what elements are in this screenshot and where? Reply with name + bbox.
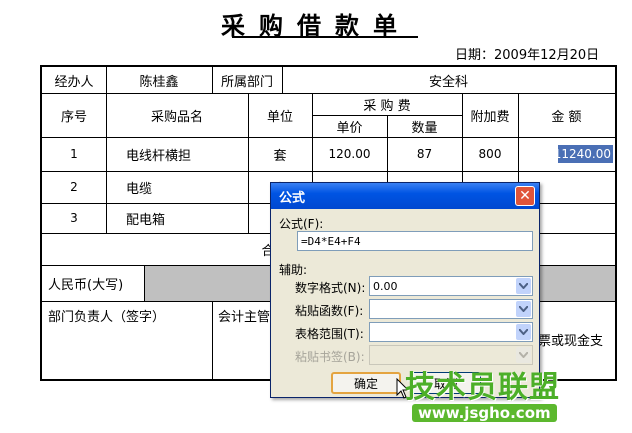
row3-seq[interactable]: 3 — [42, 203, 106, 233]
dept-label: 所属部门 — [220, 74, 273, 90]
chevron-down-icon — [516, 347, 531, 363]
formula-label: 公式(F): — [279, 217, 324, 231]
col-amount-header: 金 额 — [551, 109, 582, 125]
col-unit-price-header: 单价 — [336, 120, 363, 136]
document-date: 日期：2009年12月20日 — [455, 48, 600, 63]
rmb-label: 人民币(大写) — [48, 277, 124, 293]
table-range-label: 表格范围(T): — [295, 327, 364, 341]
row1-qty[interactable]: 87 — [387, 137, 462, 171]
title-underline — [232, 36, 418, 38]
table-range-select[interactable] — [369, 322, 533, 342]
row1-extra[interactable]: 800 — [462, 137, 518, 171]
number-format-label: 数字格式(N): — [295, 281, 366, 295]
chevron-down-icon[interactable] — [516, 278, 531, 294]
col-item-header: 采购品名 — [150, 109, 203, 125]
number-format-value: 0.00 — [373, 279, 398, 293]
accounting-label: 会计主管 — [218, 309, 271, 325]
aux-label: 辅助: — [279, 263, 308, 277]
watermark-brand: 技术员联盟 — [405, 370, 560, 405]
dialog-titlebar[interactable]: 公式 ✕ — [271, 183, 539, 209]
paste-function-label: 粘贴函数(F): — [295, 304, 364, 318]
paste-bookmark-label: 粘贴书签(B): — [295, 350, 365, 364]
dept-value[interactable]: 安全科 — [282, 67, 615, 93]
col-quantity-header: 数量 — [411, 120, 438, 136]
chevron-down-icon[interactable] — [516, 301, 531, 317]
formula-input[interactable]: =D4*E4+F4 — [297, 231, 533, 251]
col-seq-header: 序号 — [60, 109, 87, 125]
row1-seq[interactable]: 1 — [42, 137, 106, 171]
number-format-select[interactable]: 0.00 — [369, 276, 533, 296]
dialog-title: 公式 — [279, 190, 306, 206]
dept-head-label: 部门负责人（签字） — [48, 309, 166, 325]
row1-amount-selected[interactable]: 11240.00 — [554, 145, 613, 163]
watermark-url: www.jsgho.com — [412, 404, 557, 422]
handler-label: 经办人 — [54, 74, 94, 90]
voucher-label: 票或现金支 — [538, 333, 604, 349]
row2-seq[interactable]: 2 — [42, 171, 106, 203]
row1-price[interactable]: 120.00 — [312, 137, 387, 171]
col-line — [212, 301, 213, 379]
col-purchase-fee-header: 采 购 费 — [363, 98, 411, 114]
close-icon: ✕ — [519, 188, 531, 204]
handler-name[interactable]: 陈桂鑫 — [106, 67, 212, 93]
row2-item[interactable]: 电缆 — [126, 171, 248, 203]
row3-item[interactable]: 配电箱 — [126, 203, 248, 233]
row1-unit[interactable]: 套 — [248, 137, 312, 171]
chevron-down-icon[interactable] — [516, 324, 531, 340]
col-unit-header: 单位 — [266, 109, 293, 125]
ok-button[interactable]: 确定 — [331, 372, 401, 394]
col-extra-fee-header: 附加费 — [470, 109, 510, 125]
paste-function-select[interactable] — [369, 299, 533, 319]
close-button[interactable]: ✕ — [515, 186, 535, 206]
row1-item[interactable]: 电线杆横担 — [126, 137, 248, 171]
